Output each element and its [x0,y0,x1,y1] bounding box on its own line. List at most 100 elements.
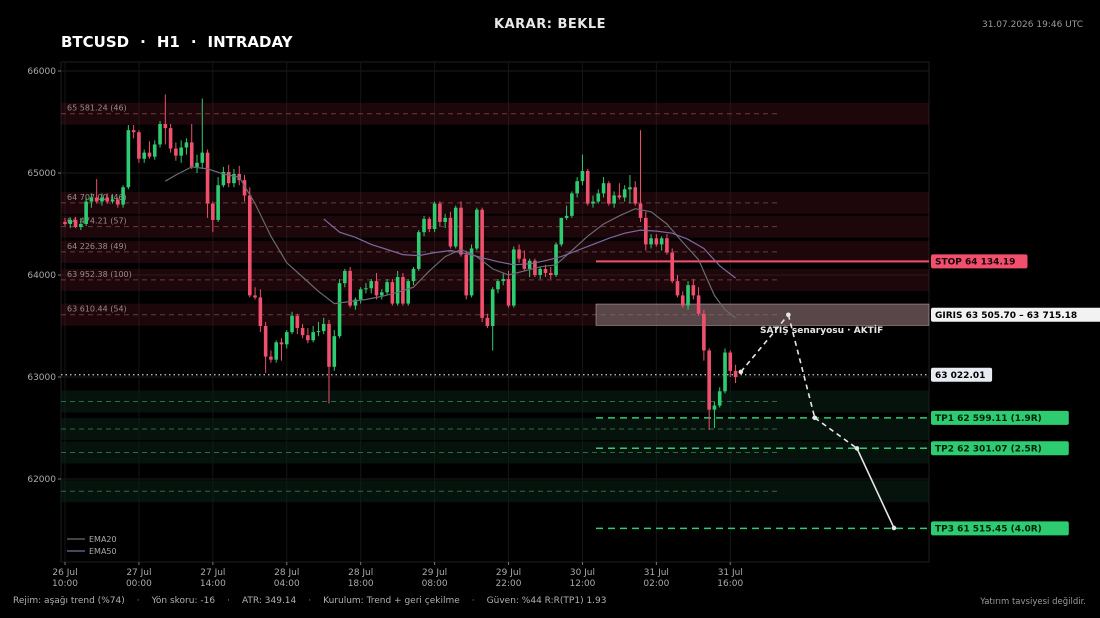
candle-body [654,238,659,245]
candle-body [147,152,152,157]
x-tick-label-time: 10:00 [52,579,78,589]
candle-body [422,218,426,233]
candle-body [226,171,231,184]
scenario-path-point [891,525,897,531]
candle-body [121,187,125,205]
regime-text: Rejim: aşağı trend (%74) [13,596,125,606]
candle-body [506,279,511,306]
candle-body [163,124,168,129]
candle-body [306,335,310,341]
candle-body [480,209,484,318]
candle-body [253,295,257,298]
setup-text: Kurulum: Trend + geri çekilme [323,596,460,606]
candle-body [559,217,564,245]
candle-body [290,315,294,333]
x-tick-label-date: 27 Jul [126,568,151,578]
candle-body [612,195,616,204]
candle-body [649,238,653,245]
candle-body [448,217,453,247]
candle-body [68,219,73,224]
candle-body [200,152,205,163]
x-tick-label-date: 28 Jul [274,568,299,578]
price-chart[interactable]: 62000 63000 64000 65000 66000 26 Jul10:00 27 J… [0,0,1100,618]
x-tick-label-date: 31 Jul [718,568,743,578]
candle-body [216,185,220,220]
entry-zone [595,303,930,326]
candle-body [554,244,558,275]
x-tick-label-time: 16:00 [717,579,743,589]
candle-body [158,124,162,145]
candle-body [142,152,146,159]
candle-body [84,201,88,224]
scenario-path-point [812,415,818,421]
scenario-path-point [786,312,791,318]
candle-body [427,218,432,230]
candle-body [696,295,701,314]
candle-body [94,197,99,202]
candle-body [73,219,78,228]
candle-body [279,342,284,345]
candle-body [717,391,722,406]
candle-body [205,152,210,204]
scenario-path-point [738,369,744,375]
candle-body [100,197,104,202]
footer-separator: · [308,596,312,606]
stop-tag: STOP 64 134.19 [935,258,1015,268]
candle-body [538,268,542,275]
candle-body [316,331,321,333]
candle-body [702,313,706,351]
x-tick-label-time: 12:00 [569,579,595,589]
candle-body [195,162,199,167]
candle-body [464,254,469,296]
candle-body [686,285,690,306]
candle-body [321,323,326,332]
candle-body [570,193,574,216]
x-tick-label-time: 00:00 [126,579,152,589]
footer-stats: Rejim: aşağı trend (%74) · Yön skoru: -16 ·… [13,596,607,606]
candle-body [501,279,506,282]
candle-body [174,148,178,156]
candle-body [374,281,379,296]
candle-body [79,224,83,228]
confidence-text: Güven: %44 R:R(TP1) 1.93 [486,596,607,606]
candle-body [633,187,638,204]
candle-body [327,323,331,367]
candle-body [369,281,374,289]
candle-body [543,268,548,273]
x-tick-label-date: 26 Jul [52,568,77,578]
candle-body [496,281,500,290]
candle-body [712,405,717,410]
candle-body [438,203,442,222]
candle-body [343,270,347,284]
disclaimer: Yatırım tavsiyesi değildir. [980,597,1086,607]
x-tick-label-date: 29 Jul [496,568,521,578]
scenario-label: SATIŞ senaryosu · AKTİF [760,325,883,336]
candle-body [406,281,410,304]
tp3-tag: TP3 61 515.45 (4.0R) [935,525,1042,535]
resistance-label: 63 610.44 (54) [67,305,127,314]
x-tick-label-time: 22:00 [496,579,522,589]
x-tick-label-time: 04:00 [274,579,300,589]
candle-body [63,221,67,224]
entry-tag: GIRIS 63 505.70 – 63 715.18 [935,311,1077,321]
direction-score: Yön skoru: -16 [151,596,216,606]
candle-body [459,207,463,255]
candle-body [364,288,368,290]
candle-body [269,356,273,360]
candle-body [385,282,389,293]
candle-body [380,292,384,296]
atr-value: ATR: 349.14 [241,596,297,606]
candle-body [733,370,738,377]
candle-body [295,315,300,329]
x-tick-label-time: 02:00 [643,579,669,589]
candle-body [670,252,674,282]
candle-body [675,281,680,296]
y-tick-label: 65000 [27,169,56,179]
candle-body [311,332,315,341]
current-price-tag: 63 022.01 [935,371,985,381]
x-tick-label-date: 29 Jul [422,568,447,578]
candle-body [258,297,263,326]
candle-body [184,142,189,148]
candle-body [475,209,479,249]
y-tick-label: 66000 [27,67,56,77]
